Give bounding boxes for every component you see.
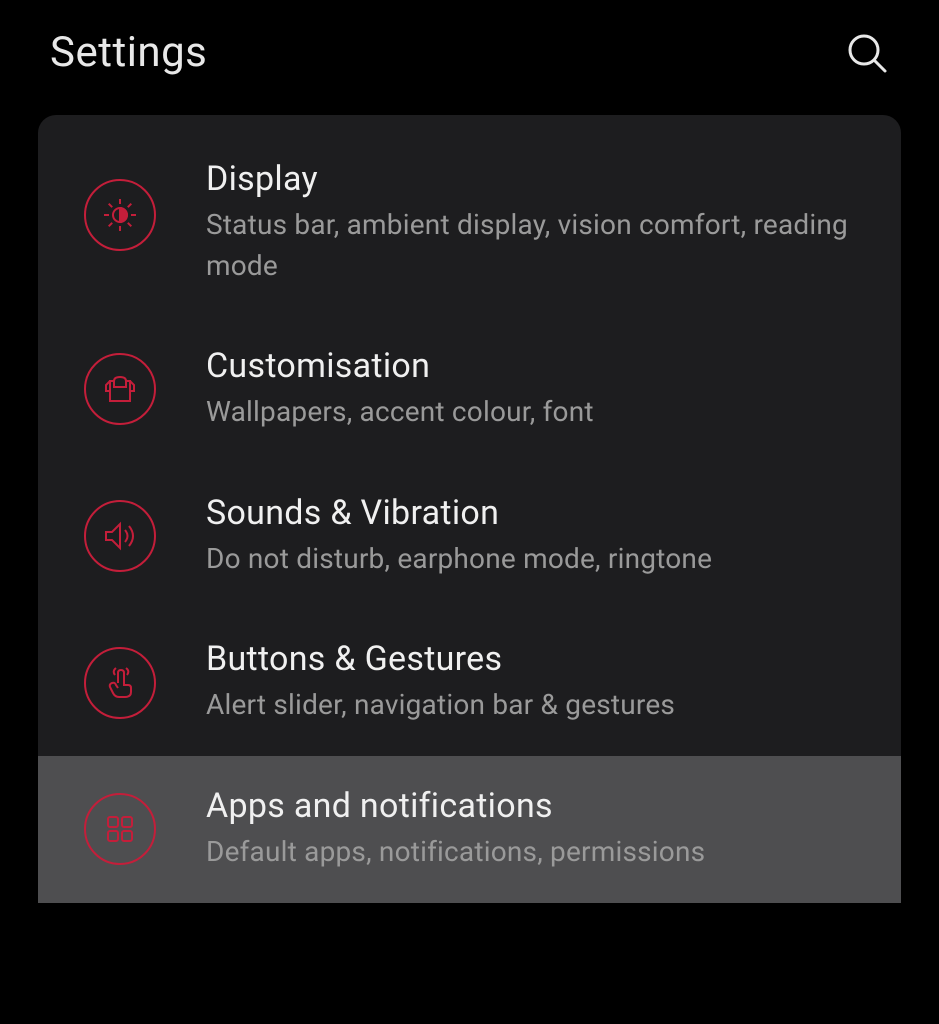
settings-list: Display Status bar, ambient display, vis… [38, 115, 901, 903]
item-desc: Status bar, ambient display, vision comf… [206, 205, 855, 286]
item-title: Sounds & Vibration [206, 493, 855, 533]
item-desc: Alert slider, navigation bar & gestures [206, 685, 855, 726]
apps-icon [84, 793, 156, 865]
search-icon [845, 31, 889, 75]
item-desc: Default apps, notifications, permissions [206, 832, 855, 873]
item-desc: Do not disturb, earphone mode, ringtone [206, 539, 855, 580]
item-title: Display [206, 159, 855, 199]
setting-item-sounds[interactable]: Sounds & Vibration Do not disturb, earph… [38, 463, 901, 610]
sound-icon [84, 500, 156, 572]
display-icon [84, 179, 156, 251]
item-title: Buttons & Gestures [206, 639, 855, 679]
customisation-icon [84, 353, 156, 425]
setting-item-display[interactable]: Display Status bar, ambient display, vis… [38, 115, 901, 316]
setting-item-apps[interactable]: Apps and notifications Default apps, not… [38, 756, 901, 903]
setting-item-buttons[interactable]: Buttons & Gestures Alert slider, navigat… [38, 609, 901, 756]
page-title: Settings [50, 28, 207, 77]
item-title: Apps and notifications [206, 786, 855, 826]
gesture-icon [84, 647, 156, 719]
item-title: Customisation [206, 346, 855, 386]
settings-header: Settings [0, 0, 939, 115]
setting-item-customisation[interactable]: Customisation Wallpapers, accent colour,… [38, 316, 901, 463]
item-desc: Wallpapers, accent colour, font [206, 392, 855, 433]
search-button[interactable] [845, 31, 889, 75]
